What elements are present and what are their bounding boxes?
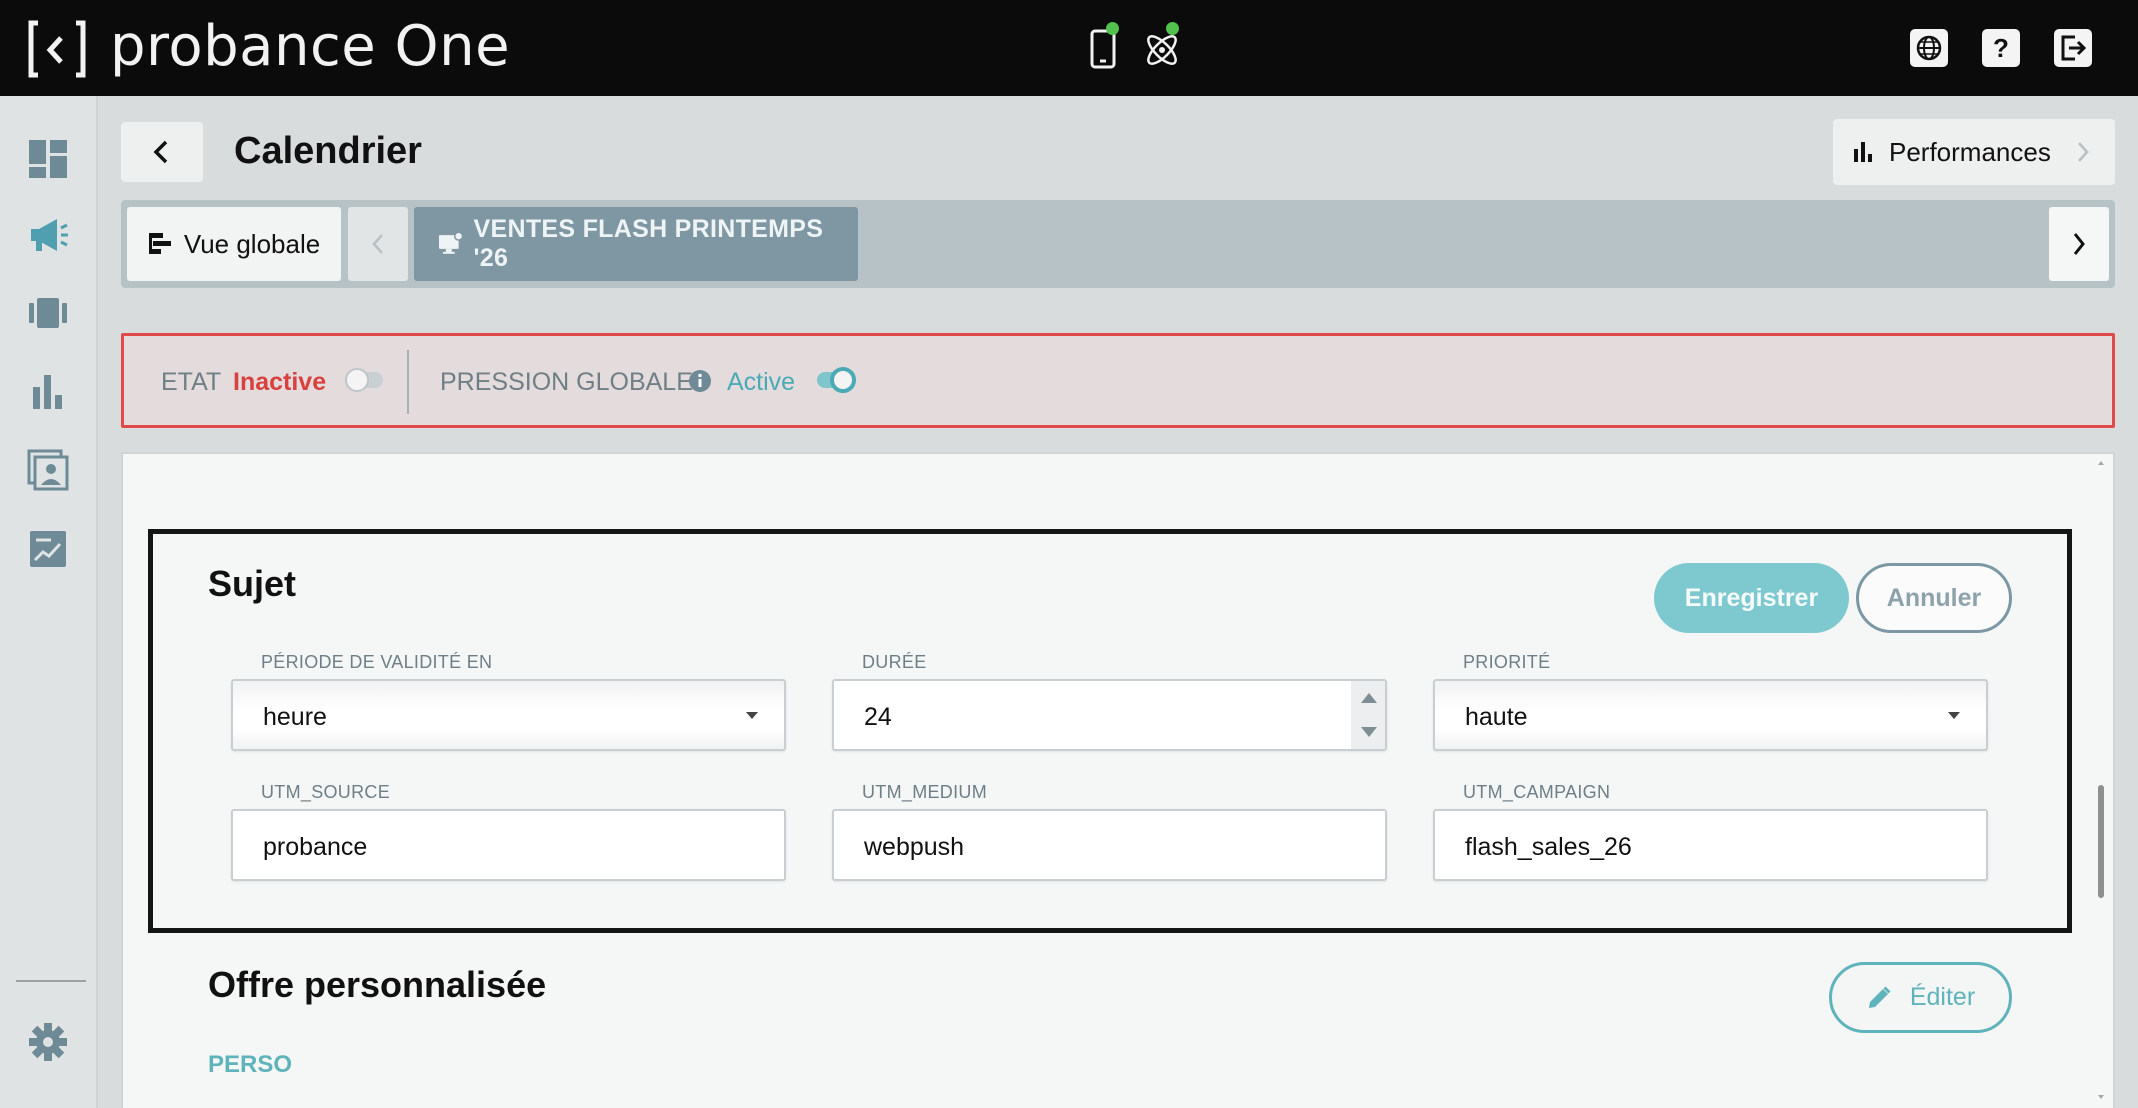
edit-button-label: Éditer <box>1909 983 1976 1011</box>
contacts-icon[interactable] <box>27 449 69 491</box>
gear-icon[interactable] <box>27 1021 69 1063</box>
report-icon[interactable] <box>27 528 69 570</box>
desktop-notification-icon <box>438 232 464 254</box>
utm-medium-input[interactable]: webpush <box>832 809 1387 881</box>
utm-source-label: UTM_SOURCE <box>261 782 391 802</box>
breadcrumb-current-label: VENTES FLASH PRINTEMPS '26 <box>473 215 824 272</box>
scroll-down-icon[interactable] <box>2096 1092 2106 1102</box>
periode-label: PÉRIODE DE VALIDITÉ EN <box>261 652 493 672</box>
language-button[interactable] <box>1910 29 1948 67</box>
duree-stepper[interactable] <box>1351 681 1385 749</box>
etat-value: Inactive <box>233 368 327 396</box>
chevron-left-icon <box>372 234 383 254</box>
save-button[interactable]: Enregistrer <box>1654 563 1849 633</box>
page-title: Calendrier <box>234 130 422 172</box>
performances-button[interactable]: Performances <box>1833 119 2115 185</box>
content-scrollbar[interactable] <box>2098 785 2104 898</box>
priorite-select[interactable]: haute <box>1433 679 1988 751</box>
mobile-status-dot <box>1106 22 1119 35</box>
chevron-down-icon <box>746 712 758 719</box>
pression-toggle[interactable] <box>814 366 856 394</box>
timeline-icon <box>148 233 171 254</box>
app-logo-text: probance One <box>110 14 511 79</box>
utm-medium-value: webpush <box>864 833 965 861</box>
mobile-icon[interactable] <box>1082 26 1126 70</box>
sidebar <box>0 96 98 1108</box>
breadcrumb-overview-label: Vue globale <box>183 228 321 259</box>
chevron-down-icon <box>1948 712 1960 719</box>
chevron-left-icon <box>153 140 168 164</box>
megaphone-icon[interactable] <box>27 214 69 256</box>
cancel-button[interactable]: Annuler <box>1856 563 2012 633</box>
globe-icon <box>1916 35 1942 61</box>
breadcrumb-next-button[interactable] <box>2049 207 2109 281</box>
dashboard-icon[interactable] <box>27 138 69 180</box>
priorite-value: haute <box>1465 703 1528 731</box>
info-icon[interactable] <box>688 369 712 393</box>
chevron-right-icon <box>2077 142 2089 162</box>
periode-value: heure <box>263 703 327 731</box>
utm-source-value: probance <box>263 833 368 861</box>
etat-toggle[interactable] <box>344 366 386 394</box>
breadcrumb-prev-button[interactable] <box>348 207 408 281</box>
duree-label: DURÉE <box>862 652 927 672</box>
periode-select[interactable]: heure <box>231 679 786 751</box>
perso-label: PERSO <box>208 1051 293 1078</box>
pencil-icon <box>1868 985 1891 1008</box>
help-button[interactable]: ? <box>1982 29 2020 67</box>
etat-label: ETAT <box>161 368 222 396</box>
performances-label: Performances <box>1889 136 2051 167</box>
chevron-right-icon <box>2073 233 2085 255</box>
status-divider <box>407 350 409 414</box>
utm-campaign-label: UTM_CAMPAIGN <box>1463 782 1611 802</box>
duree-input[interactable]: 24 <box>832 679 1387 751</box>
pression-label: PRESSION GLOBALE <box>440 368 693 396</box>
sidebar-divider <box>16 980 86 982</box>
edit-button[interactable]: Éditer <box>1829 962 2012 1033</box>
breadcrumb-overview-button[interactable]: Vue globale <box>127 207 341 281</box>
stepper-up-icon[interactable] <box>1361 693 1377 703</box>
utm-campaign-value: flash_sales_26 <box>1465 833 1632 861</box>
utm-campaign-input[interactable]: flash_sales_26 <box>1433 809 1988 881</box>
scroll-up-icon[interactable] <box>2096 458 2106 468</box>
logout-button[interactable] <box>2054 29 2092 67</box>
campaign-status-bar: ETAT Inactive PRESSION GLOBALE Active <box>121 333 2115 428</box>
utm-source-input[interactable]: probance <box>231 809 786 881</box>
sujet-title: Sujet <box>208 563 297 604</box>
top-bar: probance One ? <box>0 0 2138 96</box>
priorite-label: PRIORITÉ <box>1463 652 1551 672</box>
help-icon: ? <box>1993 32 2009 63</box>
breadcrumb-current-campaign[interactable]: VENTES FLASH PRINTEMPS '26 <box>414 207 858 281</box>
campaign-breadcrumb: Vue globale VENTES FLASH PRINTEMPS '26 <box>121 200 2115 288</box>
back-button[interactable] <box>121 122 203 182</box>
probance-logo-icon <box>28 20 86 78</box>
bar-chart-icon <box>1854 142 1872 162</box>
logout-icon <box>2061 35 2087 61</box>
utm-medium-label: UTM_MEDIUM <box>862 782 987 802</box>
offre-title: Offre personnalisée <box>208 964 547 1005</box>
duree-value: 24 <box>864 703 892 731</box>
stepper-down-icon[interactable] <box>1361 727 1377 737</box>
carousel-icon[interactable] <box>27 292 69 334</box>
pression-value: Active <box>727 368 796 396</box>
atom-status-dot <box>1166 22 1179 35</box>
bar-chart-icon[interactable] <box>27 371 69 413</box>
